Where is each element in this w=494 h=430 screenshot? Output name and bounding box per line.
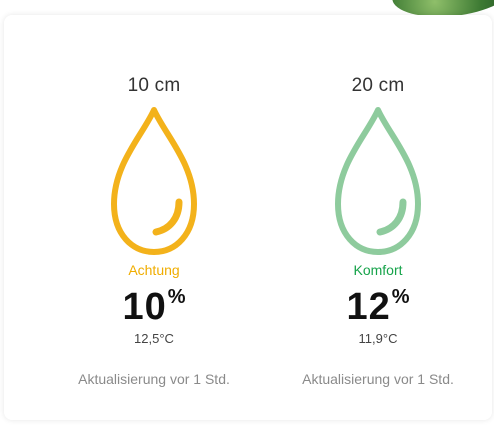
sensor-20cm[interactable]: 20 cm Komfort 12% 11,9°C Aktualisierung … — [258, 15, 494, 420]
update-timestamp: Aktualisierung vor 1 Std. — [302, 371, 454, 387]
status-label: Komfort — [353, 262, 403, 278]
depth-label: 10 cm — [127, 75, 181, 96]
water-drop-icon — [111, 107, 197, 255]
humidity-value: 12% — [258, 286, 494, 329]
update-timestamp: Aktualisierung vor 1 Std. — [78, 371, 230, 387]
humidity-unit: % — [167, 286, 186, 308]
water-drop-icon — [335, 107, 421, 255]
humidity-unit: % — [391, 286, 410, 308]
humidity-number: 10 — [122, 286, 167, 328]
humidity-number: 12 — [346, 286, 391, 328]
status-label: Achtung — [128, 262, 180, 278]
temperature-value: 11,9°C — [358, 331, 398, 346]
soil-moisture-card[interactable]: 10 cm Achtung 10% 12,5°C Aktualisierung … — [4, 15, 492, 420]
sensor-screen: 10 cm Achtung 10% 12,5°C Aktualisierung … — [0, 0, 494, 430]
depth-label: 20 cm — [351, 75, 405, 96]
sensor-10cm[interactable]: 10 cm Achtung 10% 12,5°C Aktualisierung … — [34, 15, 274, 420]
temperature-value: 12,5°C — [134, 331, 174, 346]
humidity-value: 10% — [34, 286, 274, 329]
